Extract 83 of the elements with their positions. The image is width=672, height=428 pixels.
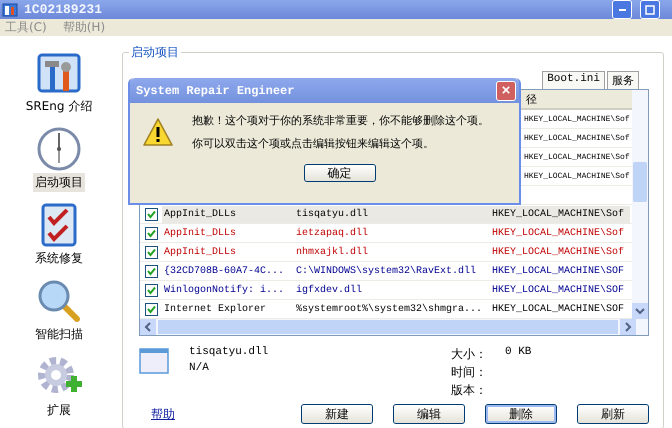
checkbox[interactable]	[144, 246, 158, 258]
scroll-down-icon[interactable]	[632, 303, 648, 319]
file-name: tisqatyu.dll	[189, 346, 270, 358]
table-row[interactable]: AppInit_DLLs nhmxajkl.dll HKEY_LOCAL_MACHINE\Sof	[162, 244, 630, 260]
action-button[interactable]: 编辑	[393, 404, 465, 424]
scroll-right-icon[interactable]	[620, 319, 636, 335]
table-row[interactable]: {32CD708B-60A7-4C... C:\WINDOWS\system32\RavExt.dll HKEY_LOCAL_MACHINE\SOF	[162, 262, 630, 280]
table-cell-text: HKEY_LOCAL_MACHINE\Sof	[523, 114, 630, 124]
app-icon	[2, 2, 18, 18]
checkmark-icon	[146, 228, 156, 238]
help-link[interactable]: 帮助	[151, 406, 175, 422]
checkmark-icon	[146, 304, 156, 314]
checkbox[interactable]	[144, 226, 158, 240]
magnifier-icon[interactable]	[37, 279, 81, 323]
sidebar-item[interactable]: SREng 介绍	[24, 97, 94, 116]
checkbox[interactable]	[144, 302, 158, 316]
checkbox[interactable]	[144, 284, 158, 296]
checkbox[interactable]	[144, 264, 158, 278]
table-cell-text: C:\WINDOWS\system32\RavExt.dll	[295, 266, 478, 276]
action-button[interactable]: 删除	[485, 404, 557, 424]
checkmark-icon	[146, 266, 156, 276]
sidebar-item[interactable]: 扩展	[45, 401, 73, 420]
maximize-icon	[645, 4, 655, 14]
group-title: 启动项目	[129, 44, 181, 61]
table-cell-text: Internet Explorer	[163, 304, 268, 314]
table-row[interactable]: AppInit_DLLs tisqatyu.dll HKEY_LOCAL_MACHINE\Sof	[162, 206, 630, 222]
dialog-title: System Repair Engineer	[136, 84, 296, 98]
table-cell-text: AppInit_DLLs	[163, 208, 238, 220]
sidebar-item[interactable]: 启动项目	[33, 173, 85, 192]
scrollbar-thumb[interactable]	[158, 320, 618, 334]
table-cell-text: %systemroot%\system32\shmgra...	[295, 304, 484, 314]
field-label: 大小：	[451, 346, 487, 361]
table-cell-text: nhmxajkl.dll	[295, 246, 370, 258]
vertical-scrollbar[interactable]	[632, 90, 648, 319]
action-button[interactable]: 新建	[301, 404, 373, 424]
table-cell-text: HKEY_LOCAL_MACHINE\Sof	[523, 172, 630, 180]
minimize-icon	[618, 8, 626, 10]
table-cell-text: HKEY_LOCAL_MACHINE\SOF	[491, 284, 626, 296]
toolbox-icon[interactable]	[36, 53, 81, 95]
checkmark-icon	[146, 286, 156, 294]
table-cell-text: HKEY_LOCAL_MACHINE\SOF	[491, 266, 626, 276]
close-button[interactable]: ×	[496, 80, 516, 100]
window-title: 1C02189231	[24, 2, 102, 17]
checkmark-icon	[146, 248, 156, 256]
table-cell-text: HKEY_LOCAL_MACHINE\SOF	[491, 304, 626, 314]
action-button[interactable]: 刷新	[577, 404, 649, 424]
scrollbar-thumb[interactable]	[633, 162, 647, 202]
table-row[interactable]: AppInit_DLLs ietzapaq.dll HKEY_LOCAL_MACHINE\Sof	[162, 224, 630, 242]
field-label: 时间：	[451, 364, 487, 379]
file-company: N/A	[189, 362, 210, 374]
table-row[interactable]: Internet Explorer %systemroot%\system32\shmgra... HKEY_LOCAL_MACHINE\SOF	[162, 300, 630, 318]
sidebar-item[interactable]: 系统修复	[33, 249, 85, 268]
field-label: 版本：	[451, 382, 487, 397]
table-cell-text: HKEY_LOCAL_MACHINE\Sof	[491, 246, 626, 258]
table-cell-text: ietzapaq.dll	[295, 228, 370, 238]
table-cell-text: HKEY_LOCAL_MACHINE\Sof	[491, 208, 626, 220]
checklist-icon[interactable]	[41, 203, 77, 247]
scroll-left-icon[interactable]	[140, 319, 156, 335]
sidebar-item[interactable]: 智能扫描	[33, 325, 85, 344]
horizontal-scrollbar[interactable]	[140, 319, 648, 335]
dialog-message: 抱歉！这个项对于你的系统非常重要，你不能够删除这个项。	[192, 113, 489, 128]
table-row[interactable]: WinlogonNotify: i... igfxdev.dll HKEY_LOCAL_MACHINE\SOF	[162, 282, 630, 298]
clock-icon[interactable]	[37, 127, 81, 171]
checkbox[interactable]	[144, 208, 158, 220]
table-cell-text: {32CD708B-60A7-4C...	[163, 266, 286, 276]
dialog-message: 你可以双击这个项或点击编辑按钮来编辑这个项。	[192, 136, 435, 151]
tab[interactable]: Boot.ini	[542, 71, 605, 89]
ok-button[interactable]: 确定	[304, 164, 376, 182]
table-cell-text: HKEY_LOCAL_MACHINE\Sof	[523, 152, 630, 162]
table-cell-text: igfxdev.dll	[295, 284, 364, 296]
field-value: 0 KB	[505, 346, 532, 360]
table-cell-text: HKEY_LOCAL_MACHINE\Sof	[491, 228, 626, 238]
table-cell-text: WinlogonNotify: i...	[163, 284, 286, 296]
tab[interactable]: 服务	[607, 71, 639, 89]
table-cell-text: AppInit_DLLs	[163, 228, 238, 238]
checkmark-icon	[146, 210, 156, 218]
table-cell-text: HKEY_LOCAL_MACHINE\Sof	[523, 134, 630, 142]
maximize-button[interactable]	[640, 0, 660, 19]
table-cell-text: AppInit_DLLs	[163, 246, 238, 258]
window-file-icon	[139, 348, 169, 374]
minimize-button[interactable]	[612, 0, 632, 19]
warning-icon	[142, 117, 174, 147]
table-cell-text: tisqatyu.dll	[295, 208, 370, 220]
